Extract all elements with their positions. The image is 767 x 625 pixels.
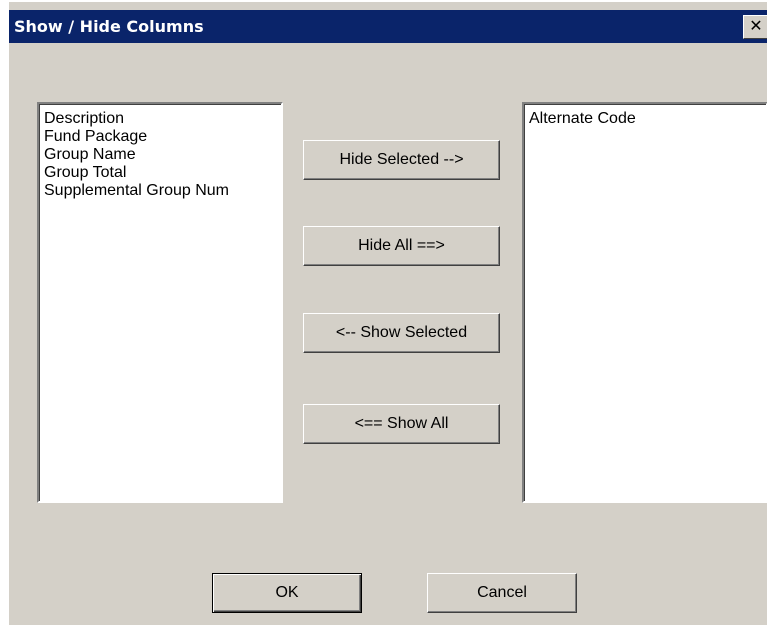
title-bar[interactable]: Show / Hide Columns ✕	[9, 10, 767, 43]
list-item[interactable]: Fund Package	[44, 128, 281, 146]
list-item[interactable]: Supplemental Group Num	[44, 182, 281, 200]
list-item[interactable]: Group Name	[44, 146, 281, 164]
list-item[interactable]: Alternate Code	[529, 110, 766, 128]
show-selected-button[interactable]: <-- Show Selected	[303, 313, 500, 353]
dialog-title: Show / Hide Columns	[14, 17, 204, 36]
visible-columns-listbox[interactable]: Description Fund Package Group Name Grou…	[37, 102, 283, 503]
show-all-button[interactable]: <== Show All	[303, 404, 500, 444]
hide-all-button[interactable]: Hide All ==>	[303, 226, 500, 266]
list-item[interactable]: Group Total	[44, 164, 281, 182]
ok-button[interactable]: OK	[212, 573, 362, 613]
cancel-button[interactable]: Cancel	[427, 573, 577, 613]
close-icon[interactable]: ✕	[743, 15, 767, 39]
list-item[interactable]: Description	[44, 110, 281, 128]
hide-selected-button[interactable]: Hide Selected -->	[303, 140, 500, 180]
hidden-columns-listbox[interactable]: Alternate Code	[522, 102, 767, 503]
show-hide-columns-dialog: Show / Hide Columns ✕ Description Fund P…	[7, 0, 767, 625]
